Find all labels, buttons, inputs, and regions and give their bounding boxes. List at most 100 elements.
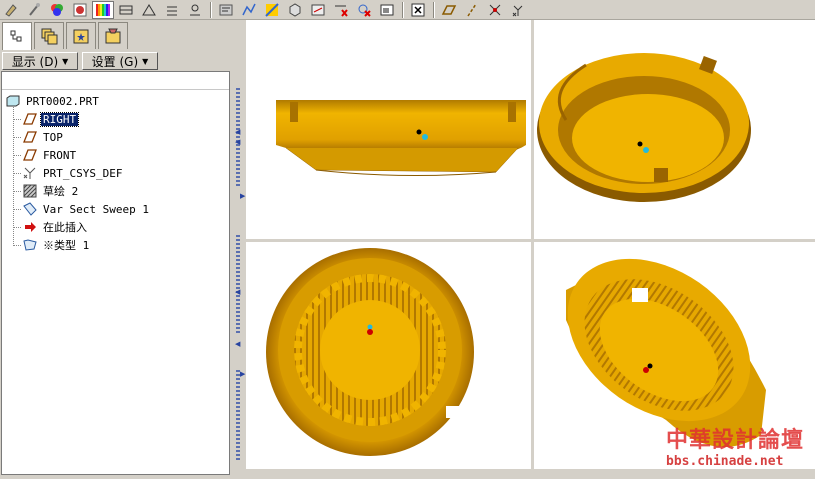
appearance-gallery-icon[interactable] — [69, 1, 91, 19]
tree-item-insert-here[interactable]: 在此插入 — [2, 218, 229, 236]
tree-item-label: PRT_CSYS_DEF — [43, 166, 123, 180]
datum-origin-marker — [367, 329, 373, 335]
toolbar-separator — [210, 1, 212, 18]
tree-item-top[interactable]: TOP — [2, 128, 229, 146]
view-bottom-icon[interactable] — [184, 1, 206, 19]
toolbar-separator — [402, 1, 404, 18]
datum-origin-marker — [422, 134, 428, 140]
regenerate-icon[interactable] — [353, 1, 375, 19]
sketch-feature-icon — [22, 184, 38, 198]
tree-item-pattern[interactable]: ※类型 1 — [2, 236, 229, 254]
model-center-floor — [320, 300, 420, 400]
color-bar-icon[interactable] — [92, 0, 114, 19]
model-notch — [446, 406, 460, 418]
datum-plane-display-icon[interactable] — [438, 1, 460, 19]
part-icon — [5, 94, 21, 108]
dropdown-arrow-icon: ▼ — [142, 56, 149, 66]
show-menu-label: 显示 (D) — [11, 54, 59, 69]
model-display-icon[interactable] — [284, 1, 306, 19]
dimension-icon[interactable] — [307, 1, 329, 19]
tree-header — [2, 72, 229, 90]
tree-item-label: 在此插入 — [43, 221, 87, 234]
appearance-icon[interactable] — [46, 1, 68, 19]
sweep-icon — [22, 202, 38, 216]
view-isometric[interactable] — [537, 53, 751, 202]
model-ribbed-base — [285, 147, 519, 173]
tree-item-sketch[interactable]: 草绘 2 — [2, 182, 229, 200]
view-front-icon[interactable] — [161, 1, 183, 19]
tree-item-right[interactable]: RIGHT — [2, 110, 229, 128]
main-toolbar — [0, 0, 815, 20]
sketch-icon[interactable] — [23, 1, 45, 19]
model-inner-floor — [572, 94, 724, 182]
tree-item-csys[interactable]: PRT_CSYS_DEF — [2, 164, 229, 182]
expand-right-arrow-icon[interactable]: ▶ — [240, 192, 245, 200]
tree-item-label: RIGHT — [39, 111, 80, 127]
tree-connector — [13, 245, 21, 246]
layer-tree-tab[interactable] — [34, 22, 64, 49]
graphics-window[interactable] — [246, 20, 815, 469]
datum-origin-marker — [643, 367, 649, 373]
csys-display-icon[interactable] — [507, 1, 529, 19]
watermark-url: bbs.chinade.net — [666, 454, 784, 469]
expand-right-arrow-icon[interactable]: ▶ — [240, 370, 245, 378]
model-tree: PRT0002.PRT RIGHT TOP FRONT PRT_CSYS_DEF… — [1, 71, 230, 475]
ribbon-icon[interactable] — [215, 1, 237, 19]
tree-root-label: PRT0002.PRT — [26, 94, 99, 108]
datum-origin-marker — [637, 141, 643, 147]
folder-browser-icon — [105, 28, 121, 44]
collapse-left-arrow-icon[interactable]: ◀ — [235, 288, 240, 296]
model-side-body — [276, 100, 526, 153]
model-tree-icon — [10, 30, 22, 41]
favorites-icon — [73, 29, 89, 44]
tree-connector — [13, 227, 21, 228]
model-notch — [632, 288, 648, 302]
sash-grip[interactable] — [236, 370, 240, 460]
tree-item-front[interactable]: FRONT — [2, 146, 229, 164]
view-top-icon[interactable] — [138, 1, 160, 19]
model-tree-tab[interactable] — [2, 22, 32, 50]
layer-icon — [41, 28, 58, 45]
favorites-tab[interactable] — [66, 22, 96, 49]
model-notch — [508, 102, 516, 122]
window-icon[interactable] — [376, 1, 398, 19]
datum-point-display-icon[interactable] — [484, 1, 506, 19]
render-icon[interactable] — [261, 1, 283, 19]
erase-icon[interactable] — [330, 1, 352, 19]
tree-connector — [13, 209, 21, 210]
collapse-left-arrow-icon[interactable]: ◀ — [235, 138, 240, 146]
view-left-icon[interactable] — [115, 1, 137, 19]
tree-body: PRT0002.PRT RIGHT TOP FRONT PRT_CSYS_DEF… — [2, 90, 229, 254]
datum-origin-marker — [416, 129, 422, 135]
tree-root[interactable]: PRT0002.PRT — [2, 92, 229, 110]
view-top[interactable] — [266, 248, 474, 456]
model-notch — [290, 102, 298, 122]
tree-connector — [13, 119, 21, 120]
settings-menu-label: 设置 (G) — [91, 54, 139, 69]
settings-menu-button[interactable]: 设置 (G) ▼ — [82, 52, 158, 70]
analysis-icon[interactable] — [238, 1, 260, 19]
datum-plane-icon — [22, 148, 38, 162]
datum-origin-marker — [647, 363, 653, 369]
tree-connector — [13, 155, 21, 156]
tree-item-sweep[interactable]: Var Sect Sweep 1 — [2, 200, 229, 218]
tree-connector — [13, 137, 21, 138]
tree-item-label: TOP — [43, 130, 63, 144]
sash-grip[interactable] — [236, 235, 240, 335]
folder-browser-tab[interactable] — [98, 22, 128, 49]
tree-connector — [13, 173, 21, 174]
view-front[interactable] — [276, 100, 526, 177]
close-window-icon[interactable] — [407, 1, 429, 19]
spin-icon[interactable] — [0, 1, 22, 19]
collapse-left-arrow-icon[interactable]: ◀ — [235, 340, 240, 348]
tree-item-label: ※类型 1 — [43, 239, 90, 252]
watermark: 中華設計論壇 bbs.chinade.net — [660, 420, 810, 472]
tree-item-label: Var Sect Sweep 1 — [43, 202, 149, 216]
watermark-title: 中華設計論壇 — [665, 427, 804, 453]
show-menu-button[interactable]: 显示 (D) ▼ — [2, 52, 78, 70]
panel-sash[interactable]: ◀ ◀ ▶ ◀ ◀ ▶ — [234, 20, 246, 479]
csys-icon — [22, 166, 38, 180]
collapse-left-arrow-icon[interactable]: ◀ — [235, 128, 240, 136]
datum-axis-display-icon[interactable] — [461, 1, 483, 19]
navigator-panel: 显示 (D)▼ 设置 (G)▼ PRT0002.PRT RIGHT TOP — [0, 20, 234, 479]
